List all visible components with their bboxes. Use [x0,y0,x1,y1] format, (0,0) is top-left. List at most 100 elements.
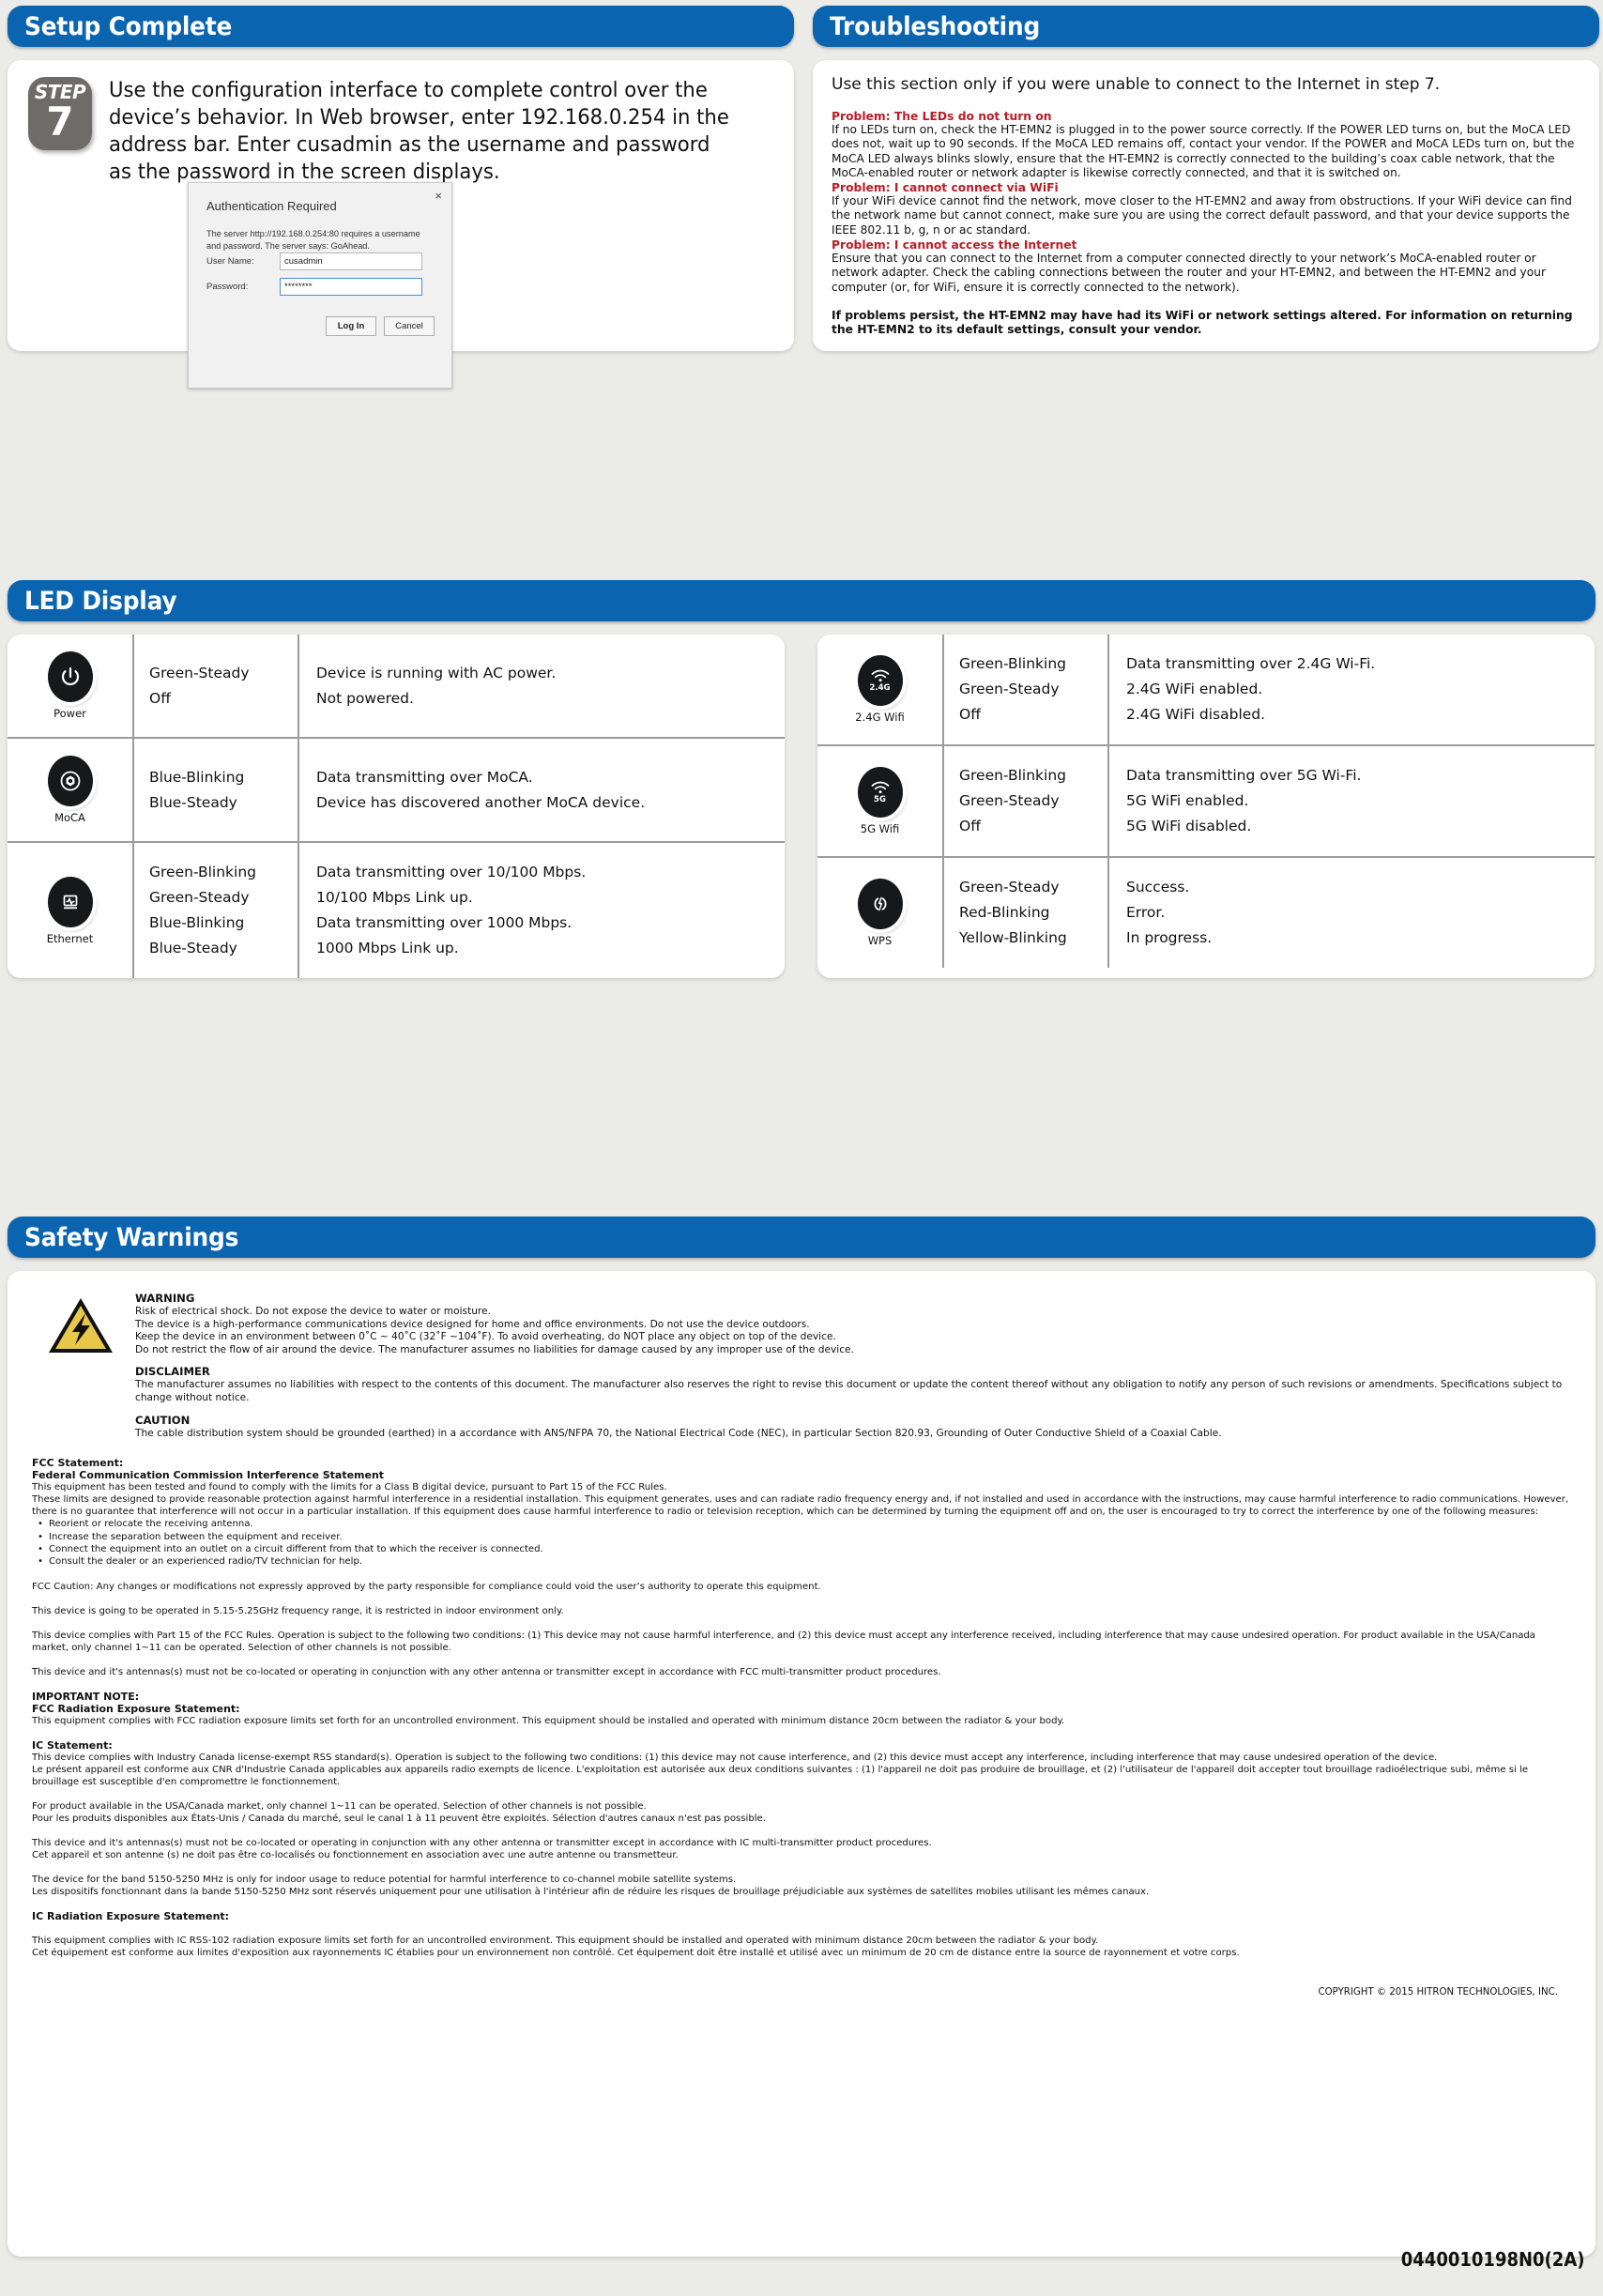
led-description: Data transmitting over 10/100 Mbps. [316,864,587,880]
led-state: Red-Blinking [959,904,1050,921]
warning-line: Keep the device in an environment betwee… [135,1331,836,1343]
troubleshooting-card: Use this section only if you were unable… [813,60,1599,351]
led-desc-cell: Data transmitting over 10/100 Mbps. 10/1… [298,842,785,978]
list-item: Increase the separation between the equi… [38,1531,1571,1544]
ic-band-fr: Les dispositifs fonctionnant dans la ban… [32,1886,1150,1897]
quick-start-guide-page: Setup Complete STEP 7 Use the configurat… [0,0,1603,2296]
fcc-radiation-body: This equipment complies with FCC radiati… [32,1715,1065,1726]
username-input[interactable]: cusadmin [280,253,422,270]
led-state: Green-Blinking [959,767,1066,784]
disclaimer-heading: DISCLAIMER [135,1365,210,1379]
problem-block: Problem: I cannot access the Internet En… [832,238,1579,295]
close-icon[interactable]: × [435,189,442,203]
moca-icon [47,756,93,806]
setup-complete-card: STEP 7 Use the configuration interface t… [8,60,794,389]
led-label: MoCA [54,811,85,824]
led-description: 1000 Mbps Link up. [316,940,459,957]
led-description: Data transmitting over 1000 Mbps. [316,914,572,931]
problem-body: Ensure that you can connect to the Inter… [832,252,1546,294]
log-in-button[interactable]: Log In [326,316,376,336]
ic-radiation-en: This equipment complies with IC RSS-102 … [32,1935,1099,1946]
led-icon-cell: WPS [817,857,944,968]
led-state-cell: Green-Steady Off [133,635,299,738]
table-row: 5G 5G Wifi Green-Blinking Green-Steady O… [817,745,1595,857]
led-state: Green-Steady [959,879,1060,895]
problem-heading: Problem: I cannot connect via WiFi [832,181,1059,195]
led-label: 2.4G Wifi [855,711,905,724]
led-label: WPS [867,934,893,947]
led-desc-cell: Success. Error. In progress. [1108,857,1595,968]
safety-warnings-title: Safety Warnings [24,1222,239,1252]
electrical-hazard-icon [47,1292,114,1440]
ic-colocation-en: This device and it's antennas(s) must no… [32,1837,932,1848]
problem-heading: Problem: The LEDs do not turn on [832,110,1052,123]
table-row: Power Green-Steady Off Device is running [8,635,785,738]
step-badge: STEP 7 [28,77,92,150]
led-icon-cell: MoCA [8,738,134,842]
led-state-cell: Green-Blinking Green-Steady Blue-Blinkin… [133,842,299,978]
led-description: Device is running with AC power. [316,664,557,681]
led-description: Device has discovered another MoCA devic… [316,793,646,811]
troubleshooting-title: Troubleshooting [830,11,1041,41]
led-state: Green-Blinking [959,655,1066,672]
auth-dialog-buttons: Log In Cancel [204,316,435,336]
led-description: Data transmitting over 2.4G Wi-Fi. [1126,655,1376,672]
problem-heading: Problem: I cannot access the Internet [832,238,1077,253]
ethernet-icon [47,876,93,927]
wifi-band-label: 5G [874,794,886,804]
led-state-cell: Green-Blinking Green-Steady Off [943,745,1109,857]
fcc-interference-heading: Federal Communication Commission Interfe… [32,1469,385,1482]
led-tables-row: Power Green-Steady Off Device is running [8,635,1595,978]
cancel-button[interactable]: Cancel [384,316,435,336]
copyright-text: COPYRIGHT © 2015 HITRON TECHNOLOGIES, IN… [1318,1986,1558,1998]
led-state: Blue-Steady [149,940,237,957]
ic-statement-heading: IC Statement: [32,1738,113,1752]
led-state-cell: Green-Blinking Green-Steady Off [943,635,1109,745]
password-label: Password: [206,282,249,292]
led-icon-cell: 5G 5G Wifi [817,745,944,857]
led-description: Not powered. [316,689,414,707]
safety-warnings-banner: Safety Warnings [8,1217,1595,1258]
authentication-dialog: × Authentication Required The server htt… [188,182,452,389]
list-item: Consult the dealer or an experienced rad… [38,1555,1571,1569]
ic-radiation-heading: IC Radiation Exposure Statement: [32,1909,230,1922]
wifi-24g-icon: 2.4G [857,655,903,706]
list-item: Connect the equipment into an outlet on … [38,1543,1571,1556]
warning-line: Do not restrict the flow of air around t… [135,1343,854,1355]
step-number: 7 [46,99,74,145]
wifi-5g-icon: 5G [857,767,903,818]
top-sections-row: Setup Complete STEP 7 Use the configurat… [0,6,1603,389]
led-state: Off [959,706,981,723]
problem-body: If no LEDs turn on, check the HT-EMN2 is… [832,123,1575,179]
led-state: Green-Blinking [149,864,256,880]
led-description: 2.4G WiFi disabled. [1126,706,1266,723]
disclaimer-text: The manufacturer assumes no liabilities … [135,1379,1563,1403]
ic-channel-en: For product available in the USA/Canada … [32,1800,647,1812]
led-description: Data transmitting over MoCA. [316,768,533,786]
table-row: 2.4G 2.4G Wifi Green-Blinking Green-Stea… [817,635,1595,745]
led-table-right-card: 2.4G 2.4G Wifi Green-Blinking Green-Stea… [817,635,1595,978]
led-state: Green-Steady [149,889,250,906]
ic-colocation-fr: Cet appareil et son antenne (s) ne doit … [32,1849,679,1860]
ic-body-en: This device complies with Industry Canad… [32,1752,1438,1763]
problem-block: Problem: I cannot connect via WiFi If yo… [832,181,1579,237]
password-input[interactable]: ******** [280,278,422,296]
led-desc-cell: Data transmitting over 2.4G Wi-Fi. 2.4G … [1108,635,1595,745]
led-display-title: LED Display [24,586,177,616]
caution-heading: CAUTION [135,1413,191,1427]
led-desc-cell: Data transmitting over MoCA. Device has … [298,738,785,842]
led-description: In progress. [1126,929,1213,946]
document-number: 0440010198N0(2A) [1400,2248,1584,2271]
problem-block: Problem: The LEDs do not turn on If no L… [832,110,1579,180]
list-item: Reorient or relocate the receiving anten… [38,1518,1571,1531]
led-state: Blue-Blinking [149,768,245,786]
caution-text: The cable distribution system should be … [135,1427,1222,1439]
troubleshooting-footer: If problems persist, the HT-EMN2 may hav… [832,308,1573,337]
fcc-body: This equipment has been tested and found… [32,1482,1569,1518]
problem-body: If your WiFi device cannot find the netw… [832,194,1572,237]
led-icon-cell: Ethernet [8,842,134,978]
led-state: Off [149,689,171,707]
led-state: Green-Steady [959,681,1060,697]
ic-radiation-fr: Cet équipement est conforme aux limites … [32,1947,1240,1958]
username-label: User Name: [206,256,254,267]
